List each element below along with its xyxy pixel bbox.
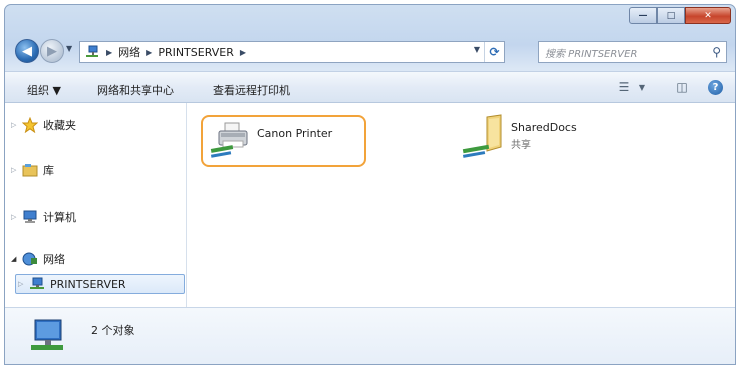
network-sharing-center-button[interactable]: 网络和共享中心 bbox=[97, 82, 174, 98]
nav-item-computer[interactable]: ▷ 计算机 bbox=[11, 207, 76, 227]
breadcrumb-separator-icon[interactable]: ▶ bbox=[146, 48, 152, 57]
nav-item-network[interactable]: ◢ 网络 bbox=[11, 249, 65, 269]
help-button[interactable]: ? bbox=[708, 80, 723, 95]
network-location-icon bbox=[84, 45, 100, 59]
breadcrumb-network[interactable]: 网络 bbox=[118, 44, 140, 60]
maximize-button[interactable]: □ bbox=[657, 7, 685, 24]
caption-buttons: — □ ✕ bbox=[629, 7, 731, 24]
expand-arrow-icon[interactable]: ▷ bbox=[11, 166, 21, 174]
network-computer-icon bbox=[27, 316, 67, 359]
file-item-canon-printer[interactable]: Canon Printer bbox=[207, 119, 332, 163]
preview-pane-toggle[interactable]: ◫ bbox=[673, 78, 691, 96]
nav-item-printserver[interactable]: ▷ PRINTSERVER bbox=[15, 274, 185, 294]
refresh-icon[interactable]: ⟳ bbox=[484, 42, 504, 62]
view-options: ☰ ▼ bbox=[615, 78, 651, 96]
network-icon bbox=[21, 251, 39, 267]
breadcrumb-printserver[interactable]: PRINTSERVER bbox=[158, 46, 234, 59]
shared-folder-icon bbox=[461, 113, 511, 158]
expand-arrow-icon[interactable]: ▷ bbox=[11, 213, 21, 221]
file-subtitle: 共享 bbox=[511, 140, 531, 151]
navigation-pane: ▷ 收藏夹 ▷ 库 ▷ 计算机 ◢ 网络 ▷ PRINTSERVER bbox=[5, 103, 187, 307]
forward-button[interactable]: ▶ bbox=[40, 39, 64, 63]
details-pane: 2 个对象 bbox=[5, 307, 735, 364]
address-row: ◀ ▶ ▼ ▶ 网络 ▶ PRINTSERVER ▶ ▼ ⟳ 搜索 PRINTS… bbox=[13, 38, 727, 64]
library-icon bbox=[21, 162, 39, 178]
item-count: 2 个对象 bbox=[91, 324, 135, 337]
nav-item-favorites[interactable]: ▷ 收藏夹 bbox=[11, 115, 76, 135]
nav-item-label: 库 bbox=[43, 164, 54, 177]
file-name: SharedDocs bbox=[511, 121, 577, 134]
computer-icon bbox=[21, 209, 39, 225]
address-bar[interactable]: ▶ 网络 ▶ PRINTSERVER ▶ ▼ ⟳ bbox=[79, 41, 505, 63]
collapse-arrow-icon[interactable]: ◢ bbox=[11, 255, 21, 263]
printer-icon bbox=[207, 119, 257, 163]
server-icon bbox=[28, 276, 46, 292]
breadcrumb-separator-icon[interactable]: ▶ bbox=[106, 48, 112, 57]
nav-item-label: 网络 bbox=[43, 253, 65, 266]
change-view-icon[interactable]: ☰ bbox=[615, 78, 633, 96]
explorer-window: — □ ✕ ◀ ▶ ▼ ▶ 网络 ▶ PRINTSERVER ▶ ▼ ⟳ 搜索 bbox=[4, 4, 736, 365]
nav-item-label: PRINTSERVER bbox=[50, 277, 126, 291]
star-icon bbox=[21, 117, 39, 133]
expand-arrow-icon[interactable]: ▷ bbox=[18, 280, 28, 288]
address-dropdown-icon[interactable]: ▼ bbox=[474, 45, 480, 54]
back-button[interactable]: ◀ bbox=[15, 39, 39, 63]
file-name: Canon Printer bbox=[257, 127, 333, 140]
view-remote-printers-button[interactable]: 查看远程打印机 bbox=[213, 82, 290, 98]
organize-button[interactable]: 组织 ▼ bbox=[27, 82, 61, 98]
search-icon[interactable]: ⚲ bbox=[712, 45, 721, 59]
expand-arrow-icon[interactable]: ▷ bbox=[11, 121, 21, 129]
content-area: ▷ 收藏夹 ▷ 库 ▷ 计算机 ◢ 网络 ▷ PRINTSERVER Canon… bbox=[5, 103, 735, 307]
close-button[interactable]: ✕ bbox=[685, 7, 731, 24]
minimize-button[interactable]: — bbox=[629, 7, 657, 24]
command-bar: 组织 ▼ 网络和共享中心 查看远程打印机 ☰ ▼ ◫ ? bbox=[5, 71, 735, 103]
preview-pane-icon[interactable]: ◫ bbox=[673, 78, 691, 96]
view-dropdown-icon[interactable]: ▼ bbox=[633, 78, 651, 96]
help-icon[interactable]: ? bbox=[708, 80, 723, 95]
breadcrumb-separator-icon[interactable]: ▶ bbox=[240, 48, 246, 57]
file-item-shareddocs[interactable]: SharedDocs 共享 bbox=[461, 113, 577, 158]
nav-item-label: 收藏夹 bbox=[43, 119, 76, 132]
search-input[interactable]: 搜索 PRINTSERVER ⚲ bbox=[538, 41, 727, 63]
file-list: Canon Printer SharedDocs 共享 bbox=[189, 103, 735, 307]
history-dropdown-icon[interactable]: ▼ bbox=[66, 44, 72, 53]
nav-item-library[interactable]: ▷ 库 bbox=[11, 160, 54, 180]
search-placeholder: 搜索 PRINTSERVER bbox=[545, 48, 638, 60]
nav-item-label: 计算机 bbox=[43, 211, 76, 224]
